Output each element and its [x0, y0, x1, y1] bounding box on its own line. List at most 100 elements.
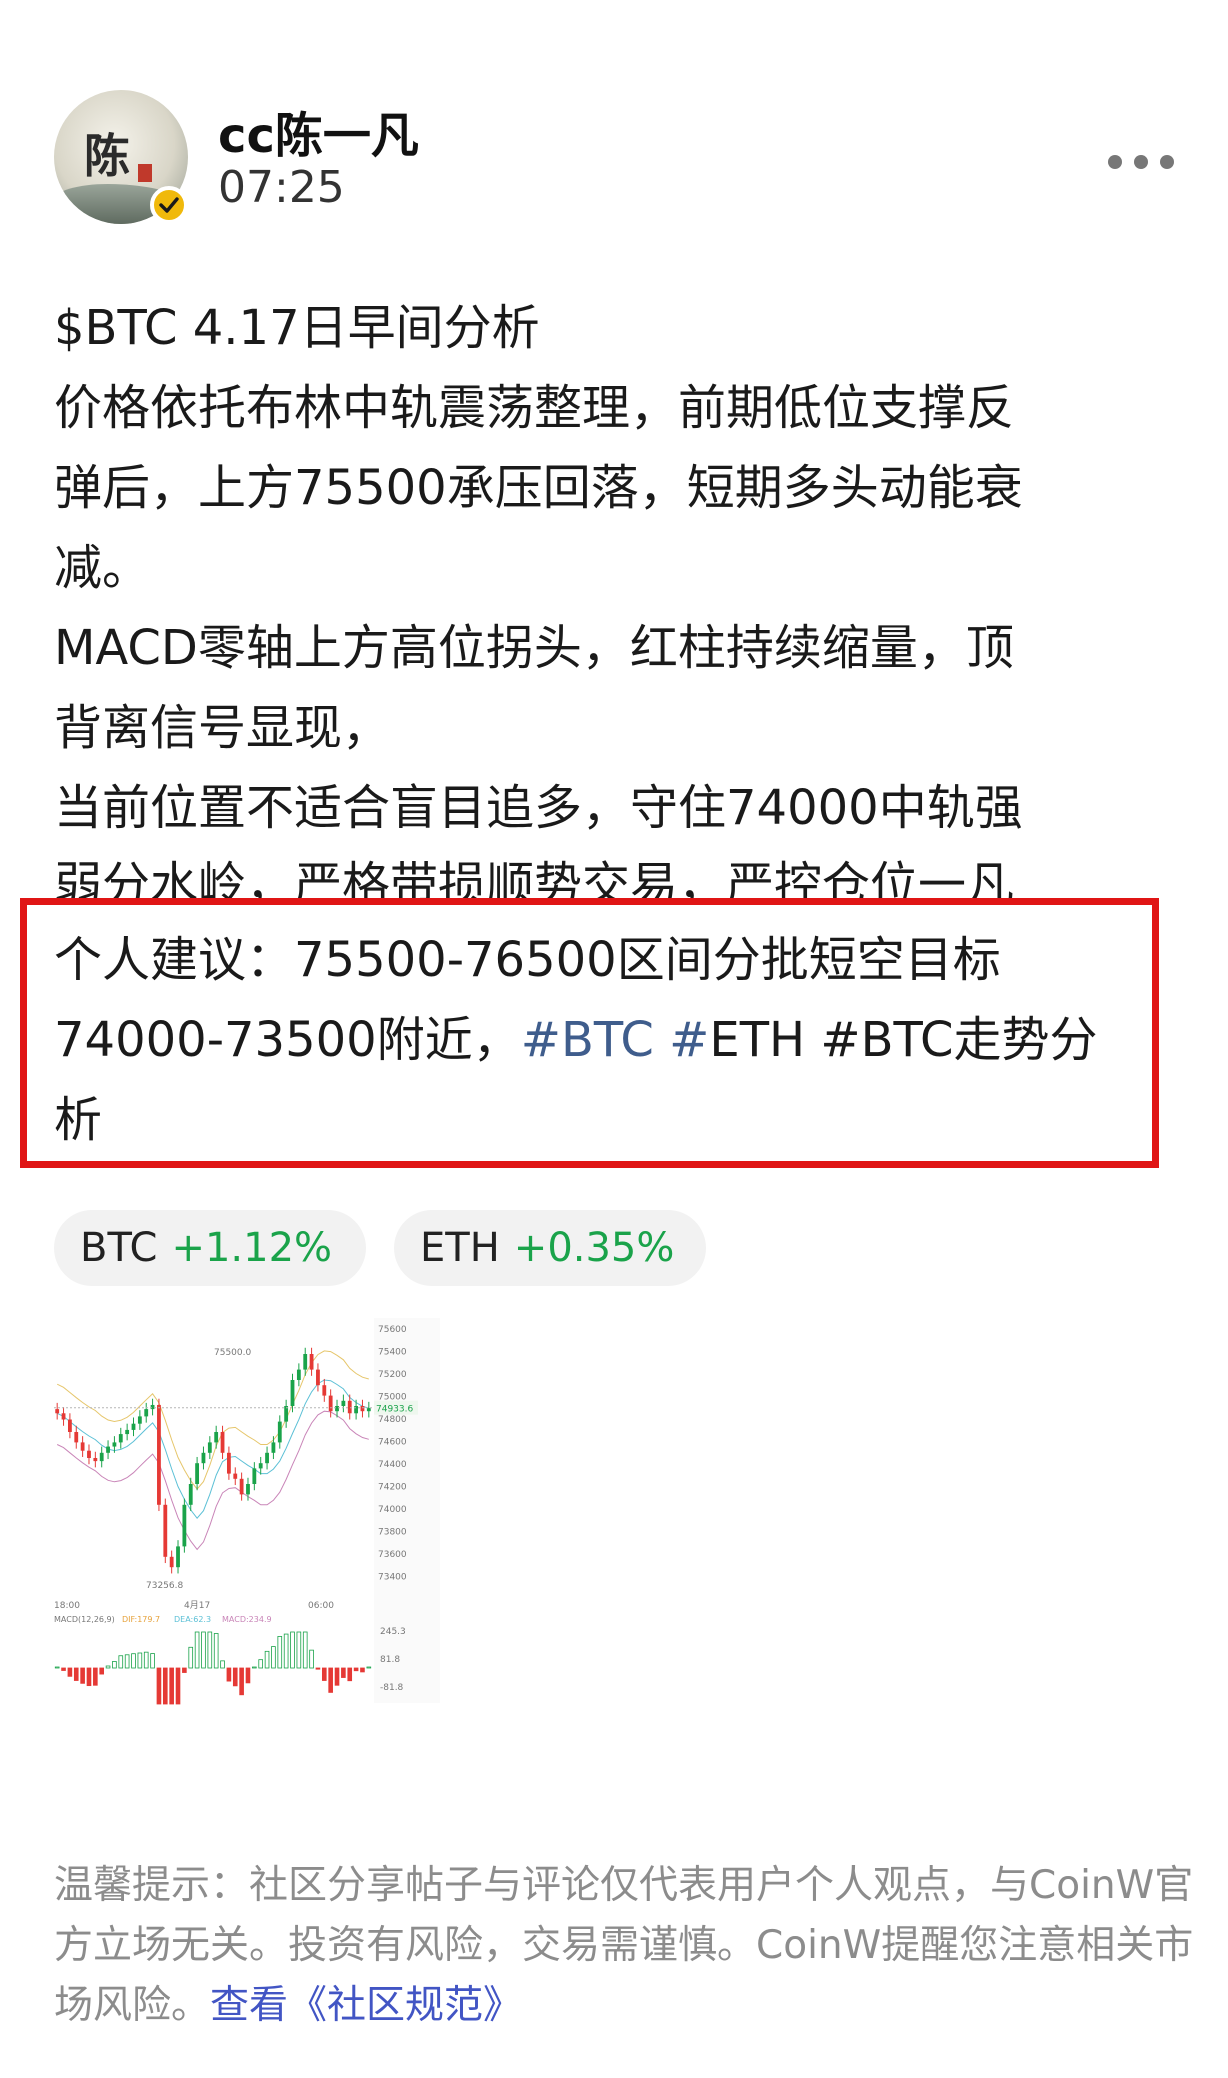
- macd-dea: DEA:62.3: [174, 1615, 211, 1624]
- macd-bar: [290, 1631, 295, 1669]
- boll-upper-line: [56, 1350, 369, 1490]
- candle-body: [106, 1446, 110, 1453]
- price-tick-label: 73600: [378, 1550, 407, 1560]
- macd-bar: [366, 1666, 372, 1669]
- macd-bar: [220, 1660, 225, 1669]
- macd-bar: [169, 1667, 174, 1705]
- candle-body: [163, 1504, 168, 1557]
- price-tick-label: 74000: [378, 1505, 407, 1515]
- macd-bar: [99, 1667, 105, 1675]
- candle-body: [233, 1473, 238, 1479]
- candle-body: [328, 1395, 333, 1412]
- candle-body: [322, 1385, 327, 1396]
- disclaimer-notice: 温馨提示：社区分享帖子与评论仅代表用户个人观点，与CoinW官方立场无关。投资有…: [54, 1856, 1194, 2036]
- post-body: $BTC 4.17日早间分析 价格依托布林中轨震荡整理，前期低位支撑反 弹后，上…: [54, 288, 1184, 848]
- avatar-character: 陈: [84, 129, 130, 183]
- candle-body: [99, 1452, 104, 1462]
- macd-value: MACD:234.9: [222, 1615, 272, 1624]
- candle-body: [131, 1423, 136, 1430]
- highlight-box: [20, 898, 1159, 1168]
- candle-body: [207, 1442, 212, 1453]
- macd-bar: [258, 1659, 264, 1669]
- verified-badge-icon: [150, 186, 188, 224]
- ticker-change: +0.35%: [513, 1225, 675, 1271]
- macd-bar: [188, 1646, 194, 1669]
- macd-dif: DIF:179.7: [122, 1615, 160, 1624]
- candle-body: [157, 1404, 161, 1505]
- candle-body: [214, 1432, 219, 1443]
- macd-bar: [162, 1667, 168, 1705]
- price-tick-label: 75400: [378, 1348, 407, 1358]
- candle-body: [112, 1442, 117, 1447]
- post-line: 价格依托布林中轨震荡整理，前期低位支撑反: [54, 380, 1015, 436]
- post-line: 当前位置不适合盲目追多，守住74000中轨强: [54, 780, 1023, 836]
- post-line: 减。: [54, 540, 151, 596]
- macd-bar: [360, 1667, 365, 1673]
- price-tick-label: 73800: [378, 1528, 407, 1538]
- macd-bar: [143, 1651, 149, 1669]
- more-options-icon[interactable]: [1108, 152, 1174, 172]
- price-tick-label: 74400: [378, 1460, 407, 1470]
- macd-bar: [226, 1667, 232, 1682]
- macd-bar: [118, 1655, 124, 1669]
- ticker-symbol: ETH: [420, 1225, 500, 1271]
- candle-body: [366, 1408, 371, 1412]
- current-price-label: 74933.6: [376, 1405, 413, 1415]
- macd-bar: [201, 1631, 206, 1669]
- candle-body: [341, 1400, 346, 1406]
- price-tick-label: 73400: [378, 1573, 407, 1583]
- candle-body: [201, 1452, 206, 1464]
- time-tick-label: 18:00: [54, 1601, 80, 1611]
- macd-bar: [245, 1667, 251, 1684]
- candle-body: [309, 1354, 314, 1370]
- candle-body: [150, 1404, 155, 1410]
- candle-body: [347, 1400, 352, 1414]
- macd-bar: [213, 1633, 219, 1669]
- macd-bar: [239, 1667, 244, 1696]
- candle-body: [246, 1484, 250, 1495]
- macd-bar: [296, 1631, 302, 1669]
- candle-body: [316, 1369, 320, 1386]
- macd-bar: [112, 1661, 117, 1669]
- macd-bar: [86, 1667, 92, 1687]
- candle-body: [188, 1484, 193, 1505]
- candle-body: [74, 1432, 79, 1443]
- candle-body: [258, 1463, 263, 1469]
- post-title: $BTC 4.17日早间分析: [54, 300, 540, 356]
- candle-body: [220, 1432, 225, 1453]
- macd-bar: [80, 1667, 85, 1684]
- candle-body: [360, 1406, 365, 1412]
- macd-bar: [73, 1667, 79, 1681]
- boll-lower-line: [56, 1410, 369, 1551]
- author-name[interactable]: cc陈一凡: [218, 96, 419, 166]
- macd-bar: [283, 1633, 289, 1669]
- macd-bar: [54, 1666, 60, 1669]
- post-line: 弱分水岭，严格带损顺势交易，严控仓位一凡: [54, 857, 1015, 899]
- macd-tick-label: -81.8: [380, 1683, 404, 1693]
- post-header: 陈 cc陈一凡 07:25: [54, 90, 1174, 230]
- post-time: 07:25: [218, 162, 345, 213]
- ticker-symbol: BTC: [80, 1225, 158, 1271]
- candle-body: [55, 1409, 60, 1414]
- macd-bar: [67, 1667, 73, 1677]
- macd-bar: [131, 1653, 136, 1669]
- candle-body: [125, 1429, 130, 1435]
- ticker-change: +1.12%: [171, 1225, 333, 1271]
- ticker-pill-btc[interactable]: BTC +1.12%: [54, 1210, 366, 1286]
- kline-chart-image[interactable]: 75600 75400 75200 75000 74800 74600 74400 74200…: [54, 1318, 554, 1818]
- macd-bar: [207, 1631, 213, 1669]
- candle-body: [80, 1442, 85, 1451]
- candle-body: [195, 1463, 200, 1484]
- price-tick-label: 74200: [378, 1483, 407, 1493]
- macd-bar: [232, 1667, 238, 1687]
- candle-body: [354, 1406, 359, 1414]
- ticker-pill-eth[interactable]: ETH +0.35%: [394, 1210, 706, 1286]
- macd-bar: [302, 1631, 308, 1669]
- price-tick-label: 74800: [378, 1415, 407, 1425]
- candle-body: [176, 1546, 180, 1568]
- candle-body: [290, 1380, 295, 1406]
- macd-bar: [150, 1653, 155, 1669]
- kline-chart-svg: 7560075400752007500074800746007440074200…: [54, 1318, 440, 1705]
- community-rules-link[interactable]: 查看《社区规范》: [210, 1983, 522, 2028]
- price-tick-label: 74600: [378, 1438, 407, 1448]
